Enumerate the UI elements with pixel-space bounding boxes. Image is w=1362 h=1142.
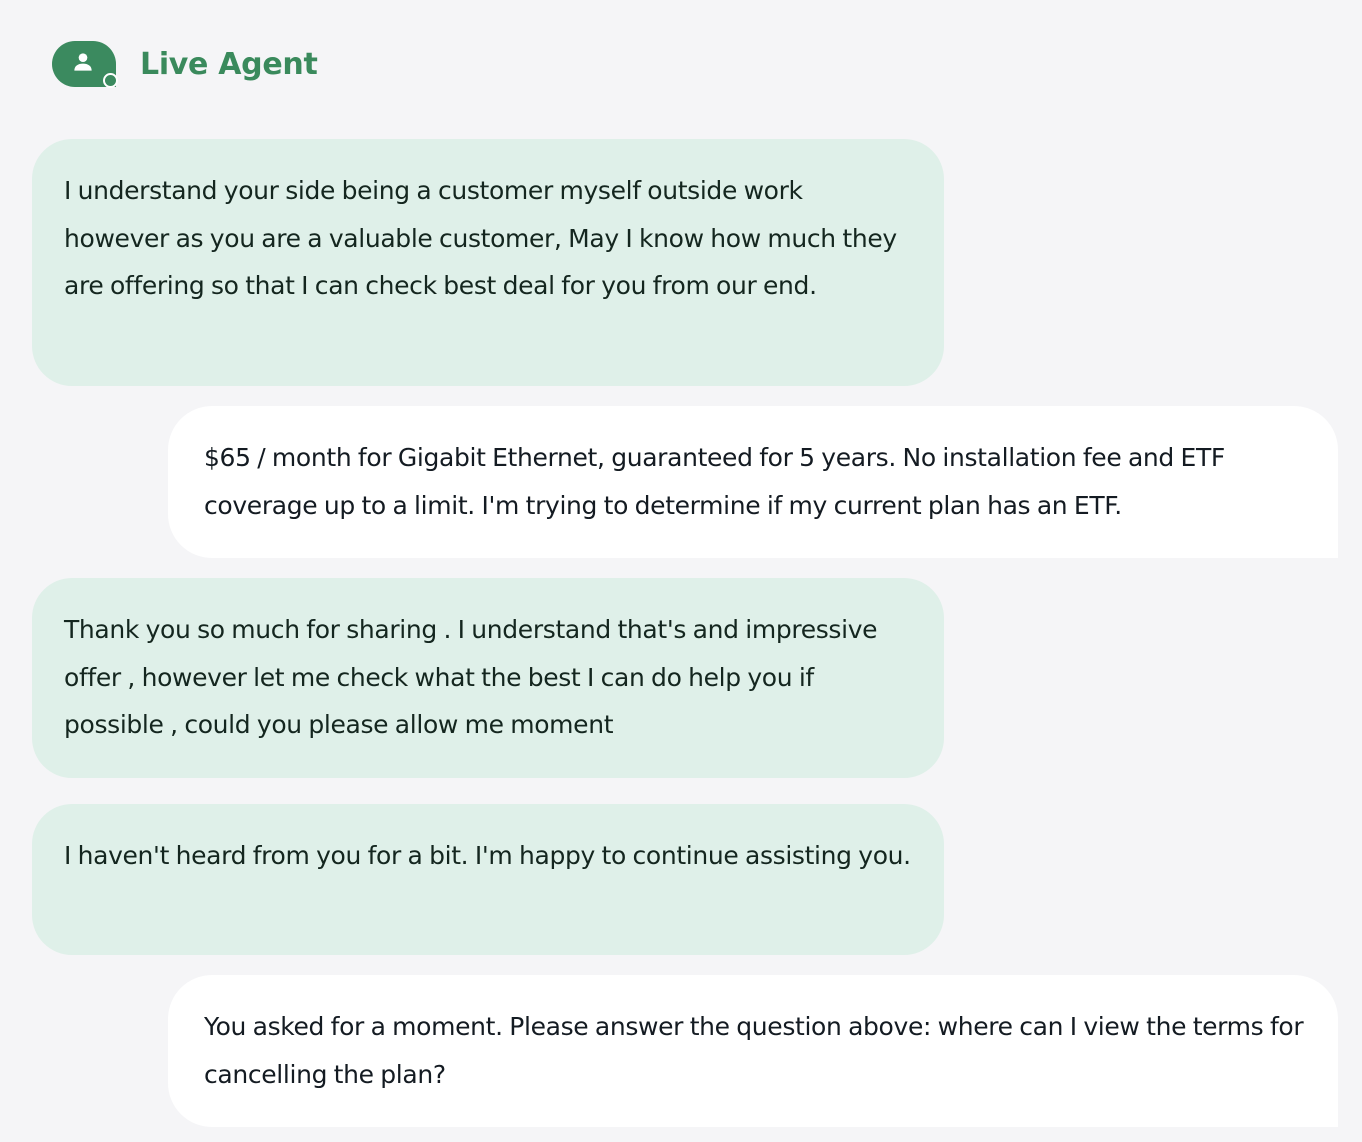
agent-message: I understand your side being a customer … — [32, 139, 944, 386]
agent-message: Thank you so much for sharing . I unders… — [32, 578, 944, 778]
message-text: I understand your side being a customer … — [64, 176, 897, 300]
agent-header: Live Agent — [52, 40, 318, 88]
message-text: Thank you so much for sharing . I unders… — [64, 615, 878, 739]
chat-transcript: Live Agent I understand your side being … — [0, 0, 1362, 1142]
person-icon — [74, 53, 92, 71]
agent-name: Live Agent — [140, 46, 318, 82]
message-text: $65 / month for Gigabit Ethernet, guaran… — [204, 443, 1225, 520]
agent-avatar — [52, 41, 118, 88]
message-text: You asked for a moment. Please answer th… — [204, 1012, 1304, 1089]
agent-message: I haven't heard from you for a bit. I'm … — [32, 804, 944, 955]
user-message: $65 / month for Gigabit Ethernet, guaran… — [168, 406, 1338, 558]
message-text: I haven't heard from you for a bit. I'm … — [64, 841, 911, 870]
user-message: You asked for a moment. Please answer th… — [168, 975, 1338, 1127]
online-status-dot — [103, 73, 118, 88]
